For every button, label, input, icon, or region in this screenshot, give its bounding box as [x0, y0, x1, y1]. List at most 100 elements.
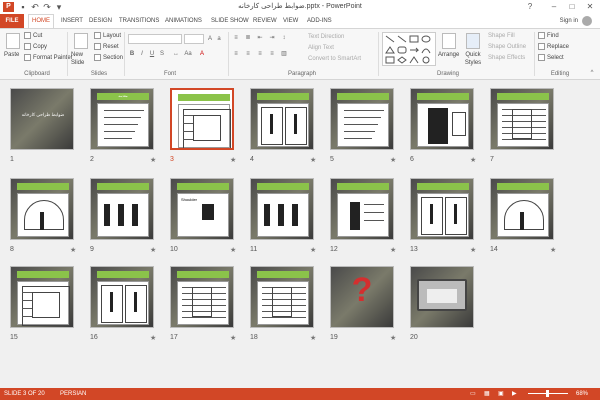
slide-preview[interactable]: ? [330, 266, 394, 328]
slide-thumbnail-17[interactable]: 17 ★ [170, 266, 236, 344]
transition-star-icon[interactable]: ★ [390, 334, 396, 342]
slide-preview[interactable] [410, 178, 474, 240]
align-text-button[interactable]: Align Text [308, 44, 334, 52]
sign-in-link[interactable]: Sign in [560, 14, 578, 28]
numbering-icon[interactable]: ≣ [244, 34, 252, 42]
cut-button[interactable]: Cut [24, 32, 42, 40]
slide-preview[interactable] [10, 178, 74, 240]
slide-preview[interactable]: Shoulder [170, 178, 234, 240]
tab-design[interactable]: DESIGN [86, 14, 115, 28]
transition-star-icon[interactable]: ★ [230, 334, 236, 342]
arrange-icon[interactable] [442, 33, 456, 49]
tab-home[interactable]: HOME [28, 14, 54, 28]
tab-review[interactable]: REVIEW [250, 14, 280, 28]
slide-preview[interactable] [170, 266, 234, 328]
transition-star-icon[interactable]: ★ [390, 156, 396, 164]
decrease-indent-icon[interactable]: ⇤ [256, 34, 264, 42]
slide-thumbnail-9[interactable]: 9 ★ [90, 178, 156, 256]
slide-thumbnail-18[interactable]: 18 ★ [250, 266, 316, 344]
slideshow-view-icon[interactable]: ▶ [512, 388, 517, 400]
tab-add-ins[interactable]: ADD-INS [304, 14, 335, 28]
shrink-font-icon[interactable]: a [215, 35, 223, 43]
transition-star-icon[interactable]: ★ [310, 246, 316, 254]
shape-effects-button[interactable]: Shape Effects [488, 54, 525, 62]
slide-thumbnail-15[interactable]: 15 [10, 266, 76, 344]
slide-preview[interactable] [490, 178, 554, 240]
slide-preview[interactable] [90, 266, 154, 328]
char-spacing-icon[interactable]: ↔ [172, 50, 180, 58]
slide-preview[interactable] [250, 266, 314, 328]
reading-view-icon[interactable]: ▣ [498, 388, 504, 400]
zoom-level[interactable]: 68% [576, 388, 588, 400]
bold-icon[interactable]: B [128, 50, 136, 58]
slide-preview[interactable] [330, 88, 394, 150]
select-button[interactable]: Select [538, 54, 564, 62]
tab-file[interactable]: FILE [0, 14, 24, 28]
maximize-button[interactable]: □ [566, 1, 578, 12]
tab-slide-show[interactable]: SLIDE SHOW [208, 14, 252, 28]
zoom-slider-thumb[interactable] [546, 390, 549, 397]
collapse-ribbon-icon[interactable]: ^ [588, 69, 596, 77]
transition-star-icon[interactable]: ★ [310, 334, 316, 342]
transition-star-icon[interactable]: ★ [470, 246, 476, 254]
normal-view-icon[interactable]: ▭ [470, 388, 476, 400]
slide-thumbnail-7[interactable]: 7 [490, 88, 556, 166]
arrange-button[interactable]: Arrange [438, 51, 459, 59]
slide-preview[interactable] [10, 266, 74, 328]
text-direction-button[interactable]: Text Direction [308, 33, 344, 41]
layout-button[interactable]: Layout [94, 32, 121, 40]
justify-icon[interactable]: ≡ [268, 50, 276, 58]
tab-insert[interactable]: INSERT [58, 14, 86, 28]
tab-view[interactable]: VIEW [280, 14, 301, 28]
shape-outline-button[interactable]: Shape Outline [488, 43, 526, 51]
slide-thumbnail-12[interactable]: 12 ★ [330, 178, 396, 256]
section-button[interactable]: Section [94, 54, 123, 62]
transition-star-icon[interactable]: ★ [390, 246, 396, 254]
slide-thumbnail-14[interactable]: 14 ★ [490, 178, 556, 256]
font-size-box[interactable] [184, 34, 204, 44]
transition-star-icon[interactable]: ★ [550, 246, 556, 254]
transition-star-icon[interactable]: ★ [150, 246, 156, 254]
new-slide-icon[interactable] [74, 33, 88, 49]
shape-fill-button[interactable]: Shape Fill [488, 32, 515, 40]
slide-thumbnail-8[interactable]: 8 ★ [10, 178, 76, 256]
bullets-icon[interactable]: ≡ [232, 34, 240, 42]
slide-preview[interactable] [170, 88, 234, 150]
slide-thumbnail-3[interactable]: 3 ★ [170, 88, 236, 166]
help-button[interactable]: ? [524, 1, 536, 12]
paste-icon[interactable] [6, 33, 20, 49]
slide-thumbnail-20[interactable]: 20 [410, 266, 476, 344]
align-left-icon[interactable]: ≡ [232, 50, 240, 58]
tab-animations[interactable]: ANIMATIONS [162, 14, 205, 28]
slide-thumbnail-4[interactable]: 4 ★ [250, 88, 316, 166]
transition-star-icon[interactable]: ★ [310, 156, 316, 164]
transition-star-icon[interactable]: ★ [230, 156, 236, 164]
slide-thumbnail-2[interactable]: مقدمه 2 ★ [90, 88, 156, 166]
slide-preview[interactable] [490, 88, 554, 150]
slide-preview[interactable]: مقدمه [90, 88, 154, 150]
slide-thumbnail-6[interactable]: 6 ★ [410, 88, 476, 166]
find-button[interactable]: Find [538, 32, 559, 40]
slide-preview[interactable] [410, 266, 474, 328]
font-color-icon[interactable]: A [198, 50, 206, 58]
strikethrough-icon[interactable]: S [158, 50, 166, 58]
align-right-icon[interactable]: ≡ [256, 50, 264, 58]
italic-icon[interactable]: I [138, 50, 146, 58]
line-spacing-icon[interactable]: ↕ [280, 34, 288, 42]
copy-button[interactable]: Copy [24, 43, 47, 51]
replace-button[interactable]: Replace [538, 43, 569, 51]
slide-thumbnail-10[interactable]: Shoulder 10 ★ [170, 178, 236, 256]
convert-smartart-button[interactable]: Convert to SmartArt [308, 55, 361, 63]
slide-preview[interactable] [90, 178, 154, 240]
align-center-icon[interactable]: ≡ [244, 50, 252, 58]
slide-thumbnail-13[interactable]: 13 ★ [410, 178, 476, 256]
change-case-icon[interactable]: Aa [184, 50, 192, 58]
quick-styles-icon[interactable] [466, 33, 480, 49]
paste-button[interactable]: Paste [4, 51, 19, 59]
transition-star-icon[interactable]: ★ [470, 156, 476, 164]
transition-star-icon[interactable]: ★ [150, 334, 156, 342]
slide-thumbnail-5[interactable]: 5 ★ [330, 88, 396, 166]
language-indicator[interactable]: PERSIAN [60, 388, 86, 400]
slide-thumbnail-19[interactable]: ? 19 ★ [330, 266, 396, 344]
sorter-view-icon[interactable]: ▦ [484, 388, 490, 400]
